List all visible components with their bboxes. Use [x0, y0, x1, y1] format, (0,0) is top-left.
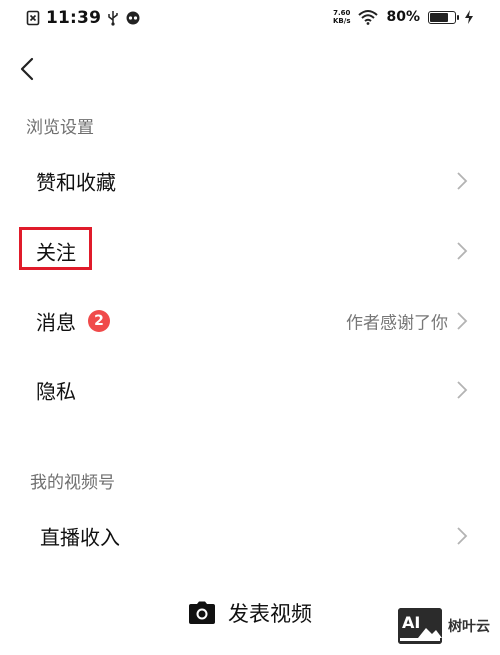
watermark-logo-icon: AI [398, 608, 442, 644]
back-button[interactable] [10, 50, 44, 88]
chevron-left-icon [20, 57, 34, 81]
watermark: AI 树叶云 [398, 608, 490, 644]
post-video-label: 发表视频 [228, 602, 312, 626]
settings-item-live-income[interactable]: 直播收入 [0, 508, 500, 564]
chevron-right-icon [457, 381, 468, 399]
settings-item-label: 直播收入 [40, 525, 120, 550]
battery-icon [428, 10, 459, 24]
nav-bar [0, 38, 500, 98]
app-notification-icon [126, 11, 140, 25]
status-bar: 11:39 7.60 KB/s 80% [0, 0, 500, 38]
camera-icon [189, 601, 215, 624]
battery-level-fill [430, 12, 449, 22]
chevron-right-icon [457, 312, 468, 330]
svg-text:AI: AI [402, 613, 420, 632]
post-video-button[interactable]: 发表视频 [188, 598, 312, 628]
network-speed: 7.60 KB/s [333, 9, 350, 25]
status-bar-left: 11:39 [26, 8, 141, 28]
network-speed-unit: KB/s [333, 17, 351, 25]
settings-item-privacy[interactable]: 隐私 [0, 362, 500, 418]
status-bar-right: 7.60 KB/s 80% [333, 9, 474, 25]
sim-icon [26, 10, 40, 26]
chevron-right-icon [457, 527, 468, 545]
status-time: 11:39 [46, 8, 102, 28]
unread-count-badge: 2 [88, 310, 110, 332]
network-speed-value: 7.60 [333, 9, 351, 17]
chevron-right-icon [457, 242, 468, 260]
battery-percent: 80% [386, 9, 420, 25]
settings-item-label: 消息 [36, 310, 76, 335]
chevron-right-icon [457, 172, 468, 190]
watermark-text: 树叶云 [448, 619, 490, 635]
settings-item-value: 作者感谢了你 [346, 313, 448, 334]
section-title-my-channel: 我的视频号 [30, 473, 115, 493]
wifi-icon [358, 10, 379, 25]
settings-item-likes-and-favorites[interactable]: 赞和收藏 [0, 153, 500, 209]
watermark-logo: AI [398, 608, 442, 644]
charging-icon [465, 10, 473, 24]
usb-icon [108, 11, 118, 26]
settings-item-label: 隐私 [36, 379, 76, 404]
settings-item-label: 赞和收藏 [36, 170, 116, 195]
highlight-box [19, 227, 92, 270]
section-title-browse-settings: 浏览设置 [26, 118, 94, 138]
settings-item-messages[interactable]: 消息 2 作者感谢了你 [0, 293, 500, 349]
